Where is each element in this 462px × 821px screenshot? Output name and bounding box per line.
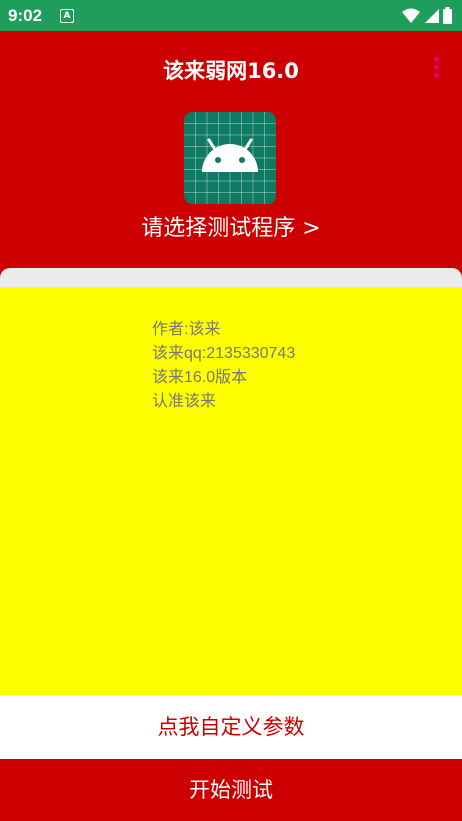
signal-icon	[425, 8, 439, 23]
status-time: 9:02	[8, 6, 43, 25]
notification-a-icon: A	[60, 9, 74, 23]
overflow-menu-icon[interactable]	[434, 57, 440, 79]
qq-text: 该来qq:2135330743	[152, 345, 296, 362]
select-program-button[interactable]: 请选择测试程序 >	[0, 210, 462, 242]
status-icons	[402, 7, 452, 24]
wifi-icon	[402, 8, 420, 23]
version-text: 该来16.0版本	[152, 369, 248, 386]
info-panel: 作者:该来 该来qq:2135330743 该来16.0版本 认准该来	[0, 287, 462, 695]
battery-icon	[443, 7, 452, 24]
custom-params-button[interactable]: 点我自定义参数	[0, 695, 462, 759]
android-logo-icon[interactable]	[184, 112, 276, 204]
author-text: 作者:该来	[152, 321, 221, 338]
app-title: 该来弱网16.0	[163, 59, 299, 83]
start-test-button[interactable]: 开始测试	[0, 759, 462, 821]
sheet-top-edge	[0, 268, 462, 288]
slogan-text: 认准该来	[152, 393, 217, 410]
app-bar: 该来弱网16.0	[0, 31, 462, 105]
status-bar: 9:02 A	[0, 0, 462, 31]
